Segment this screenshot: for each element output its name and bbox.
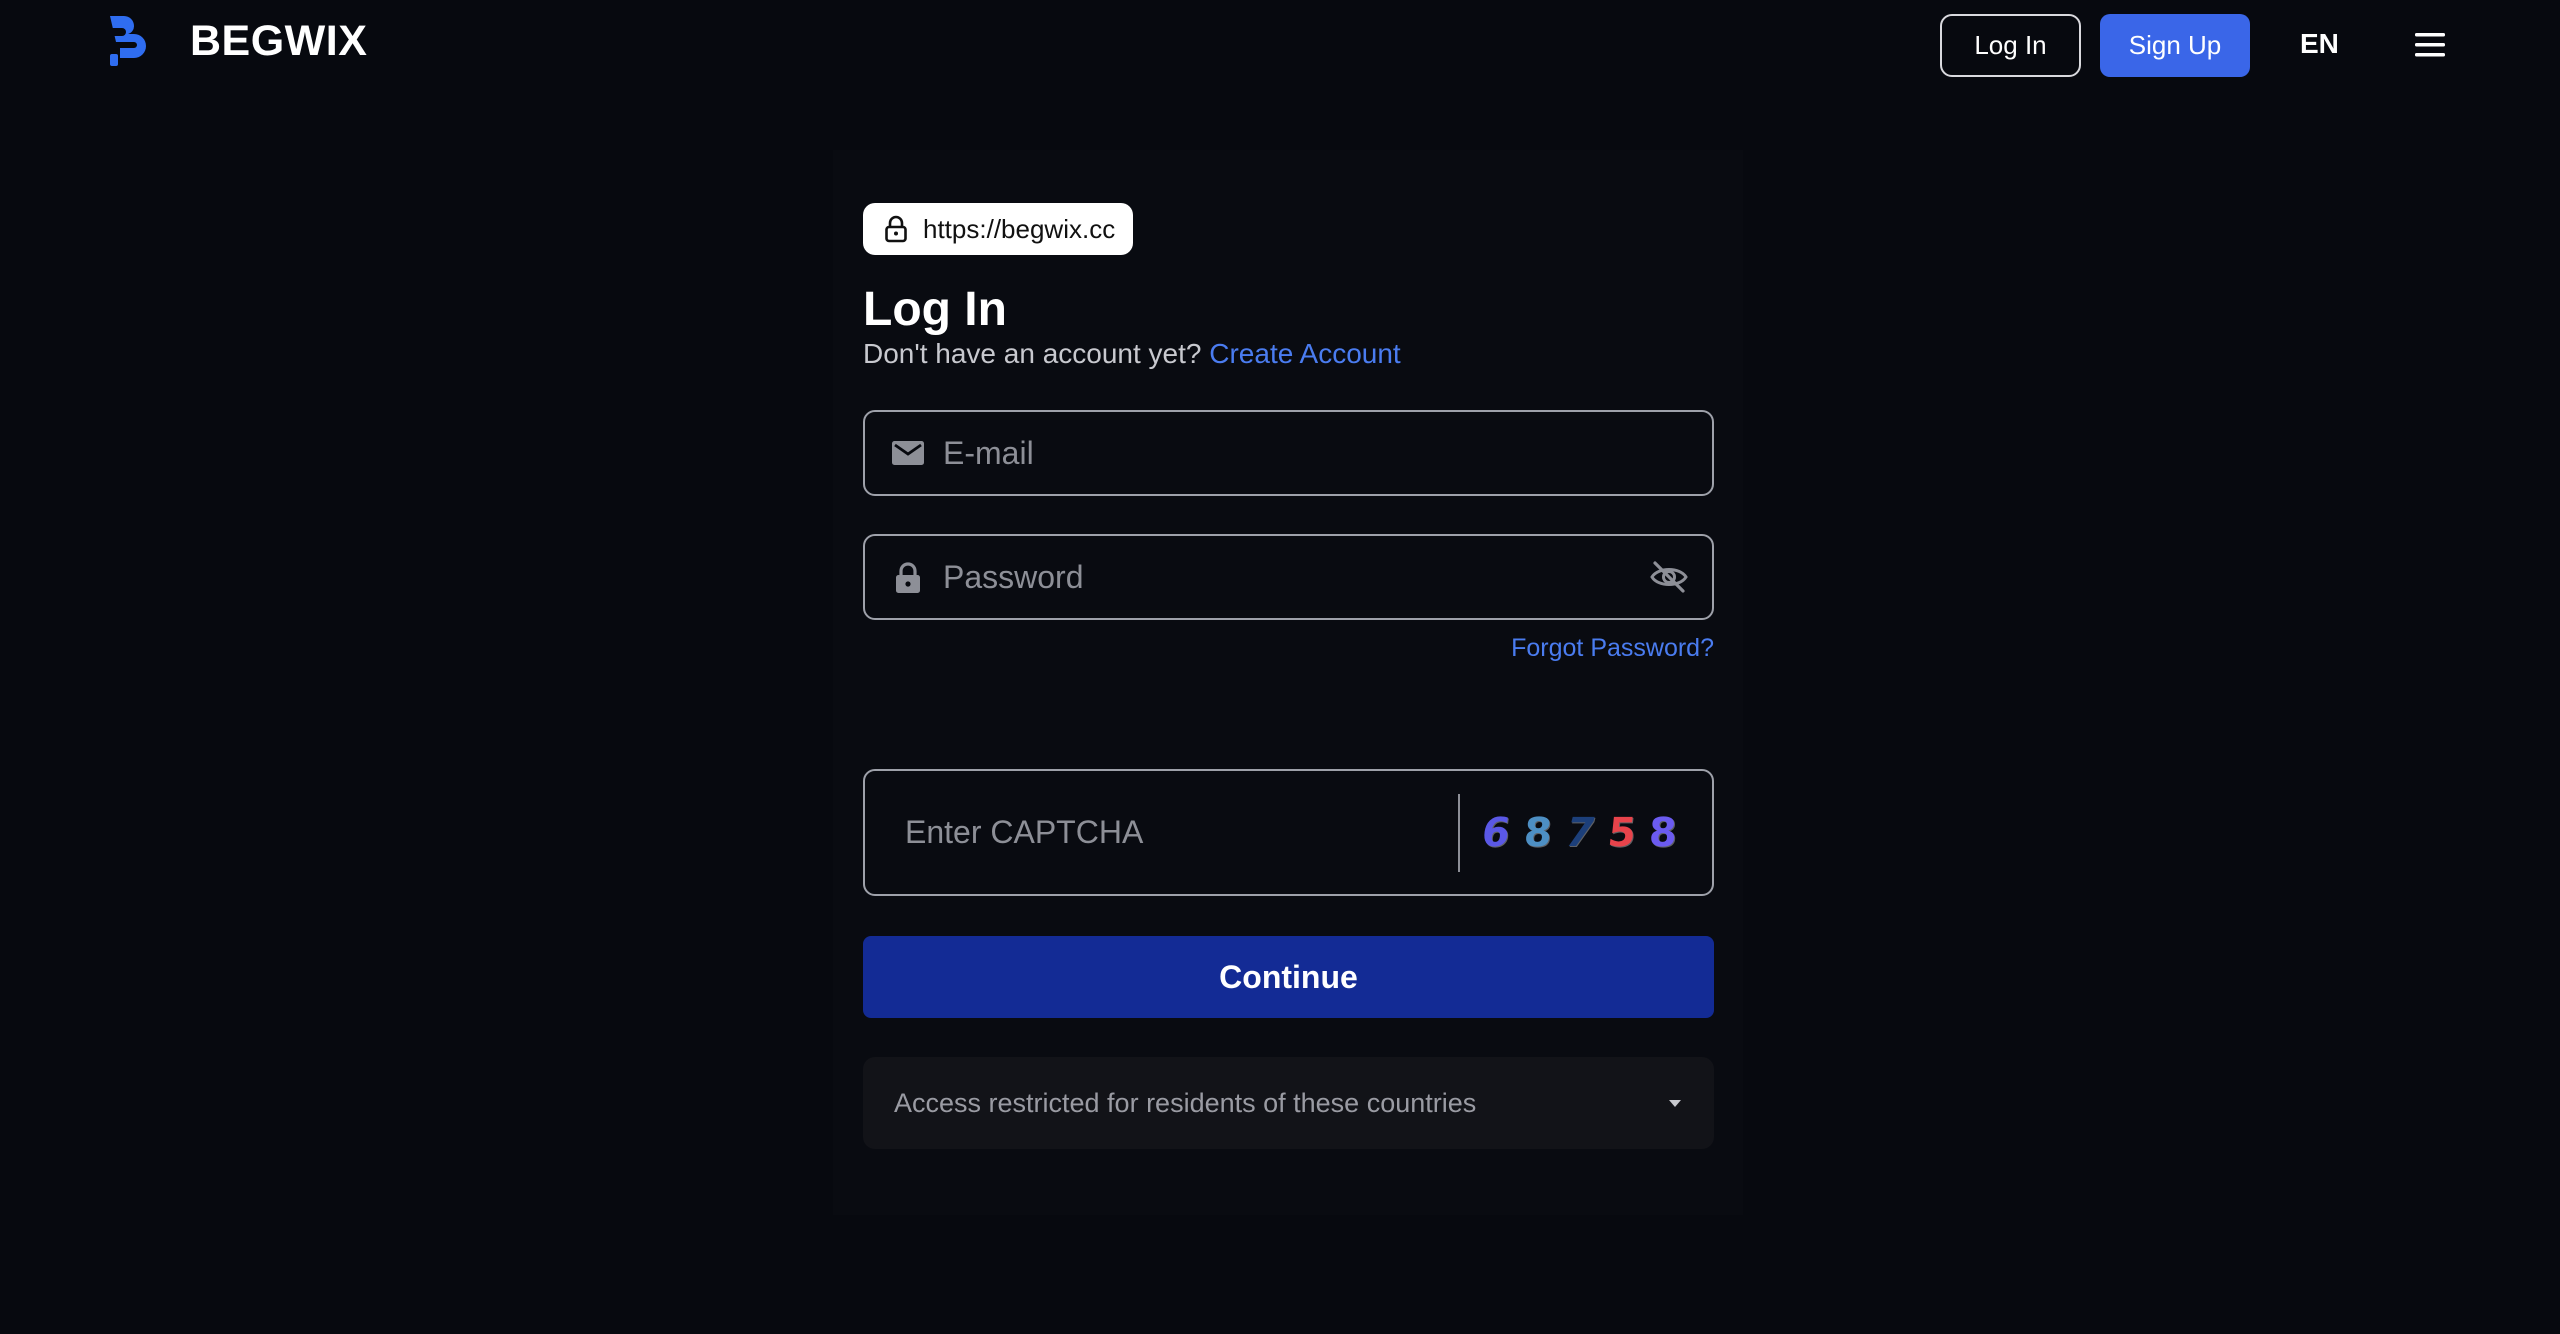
continue-button[interactable]: Continue <box>863 936 1714 1018</box>
signup-button[interactable]: Sign Up <box>2100 14 2250 77</box>
mail-icon <box>892 441 924 465</box>
password-field[interactable] <box>863 534 1714 620</box>
forgot-password-link[interactable]: Forgot Password? <box>1511 634 1714 663</box>
caret-down-icon <box>1669 1100 1681 1107</box>
captcha-digit: 8 <box>1522 809 1554 856</box>
page-title: Log In <box>863 283 1007 336</box>
create-account-link[interactable]: Create Account <box>1209 338 1400 369</box>
brand-logo[interactable]: BEGWIX <box>106 14 367 68</box>
email-input[interactable] <box>941 412 1712 494</box>
captcha-field[interactable]: 6 8 7 5 8 <box>863 769 1714 896</box>
password-input[interactable] <box>941 536 1650 618</box>
url-text: https://begwix.cc <box>923 213 1116 244</box>
site-header: BEGWIX Log In Sign Up EN <box>0 0 2560 90</box>
hamburger-menu-icon[interactable] <box>2412 30 2448 60</box>
captcha-digit: 5 <box>1605 809 1638 856</box>
restricted-countries-label: Access restricted for residents of these… <box>894 1087 1477 1118</box>
captcha-digit: 6 <box>1478 809 1514 856</box>
captcha-divider <box>1458 793 1460 872</box>
login-button[interactable]: Log In <box>1940 14 2081 77</box>
brand-name: BEGWIX <box>190 16 368 65</box>
signup-prompt: Don't have an account yet? Create Accoun… <box>863 338 1401 370</box>
no-account-text: Don't have an account yet? <box>863 338 1202 369</box>
restricted-countries-dropdown[interactable]: Access restricted for residents of these… <box>863 1057 1714 1149</box>
lock-icon <box>885 215 907 243</box>
captcha-image[interactable]: 6 8 7 5 8 <box>1478 793 1691 873</box>
eye-off-icon[interactable] <box>1650 560 1688 594</box>
language-selector[interactable]: EN <box>2300 28 2339 60</box>
lock-icon <box>896 562 920 593</box>
captcha-digit: 8 <box>1648 809 1679 856</box>
email-field[interactable] <box>863 410 1714 496</box>
captcha-digit: 7 <box>1559 809 1600 856</box>
url-verification-badge: https://begwix.cc <box>863 203 1134 255</box>
captcha-input[interactable] <box>903 813 1458 852</box>
begwix-logo-icon <box>110 16 146 66</box>
